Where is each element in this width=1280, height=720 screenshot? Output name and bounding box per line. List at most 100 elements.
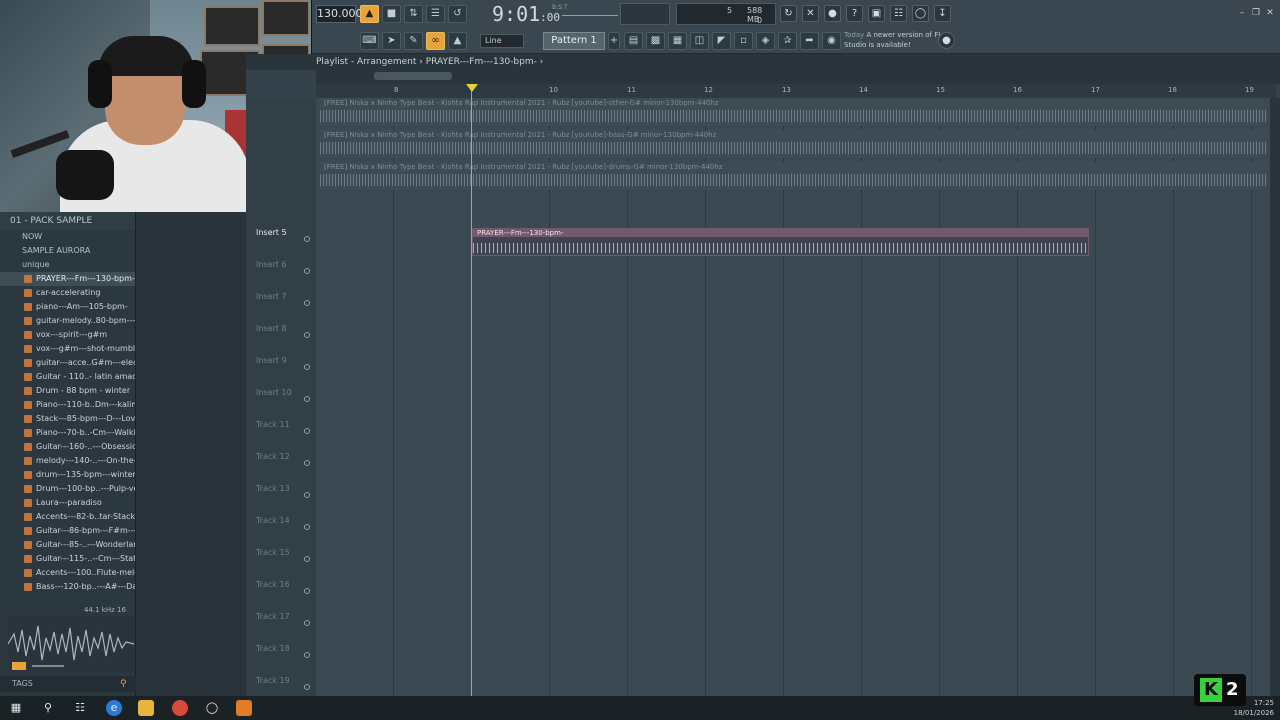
track-mute-dot[interactable] [304,332,310,338]
track-mute-dot[interactable] [304,652,310,658]
obs-icon[interactable]: ◯ [204,700,220,716]
browser-header[interactable]: 01 - PACK SAMPLE [0,212,135,230]
browser-folder[interactable]: SAMPLE AURORA [0,244,135,258]
track-header[interactable]: Track 12 [248,450,312,480]
track-mute-dot[interactable] [304,460,310,466]
track-mute-dot[interactable] [304,396,310,402]
search-icon[interactable]: ⚲ [120,678,132,690]
track-mute-dot[interactable] [304,492,310,498]
master-volume-slider[interactable] [562,8,618,16]
browser-file[interactable]: Guitar---160-..---Obsession [0,440,135,454]
browser-file[interactable]: drum---135-bpm---winter [0,468,135,482]
stamp-icon[interactable]: ▲ [448,32,467,50]
send-icon[interactable]: ➦ [800,32,819,50]
mixer-icon[interactable]: ☷ [890,5,907,22]
track-header[interactable]: Track 14 [248,514,312,544]
tempo-display[interactable]: 130.000 [316,5,363,23]
draw-icon[interactable]: ✎ [404,32,423,50]
wait-button[interactable]: ■ [382,5,401,23]
track-header[interactable]: Insert 5 [248,226,312,256]
fl-studio-icon[interactable] [236,700,252,716]
track-mute-dot[interactable] [304,300,310,306]
browser-file[interactable]: melody---140-..---On-the-go [0,454,135,468]
audio-track[interactable]: [FREE] Niska x Ninho Type Beat - Kishta … [320,162,1266,190]
track-header[interactable]: Insert 7 [248,290,312,320]
playhead-marker[interactable] [466,84,478,92]
browser-file[interactable]: Guitar---115-..--Cm---Station [0,552,135,566]
browser-file[interactable]: piano---Am---105-bpm- [0,300,135,314]
update-globe-icon[interactable]: ● [938,32,955,49]
browser-file[interactable]: guitar---acce..G#m---electric [0,356,135,370]
save-icon[interactable]: ▣ [868,5,885,22]
track-mute-dot[interactable] [304,364,310,370]
track-header[interactable]: Track 11 [248,418,312,448]
chrome-icon[interactable] [172,700,188,716]
browser-file[interactable]: Drum - 88 bpm - winter [0,384,135,398]
restore-icon[interactable]: ❐ [1250,8,1262,18]
help-icon[interactable]: ? [846,5,863,22]
browser-file[interactable]: vox---spirit---g#m [0,328,135,342]
step-edit-button[interactable]: ☰ [426,5,445,23]
browser-file[interactable]: Drum---100-bp..---Pulp-verb [0,482,135,496]
vertical-scrollbar[interactable] [1270,98,1280,696]
timeline-ruler[interactable]: 8 10 11 12 13 14 15 16 17 18 19 [316,84,1276,98]
track-header[interactable]: Insert 8 [248,322,312,352]
browser-file[interactable]: guitar-melody..80-bpm---c# [0,314,135,328]
track-header[interactable]: Insert 9 [248,354,312,384]
track-header[interactable]: Track 18 [248,642,312,672]
track-mute-dot[interactable] [304,524,310,530]
browser-file[interactable]: Accents---100..Flute-melody [0,566,135,580]
mixer-view-icon[interactable]: ◫ [690,32,709,50]
browser-file[interactable]: vox---g#m---shot-mumble [0,342,135,356]
tool-icon[interactable]: ✰ [778,32,797,50]
mic-icon[interactable]: ● [824,5,841,22]
track-mute-dot[interactable] [304,588,310,594]
playlist-icon[interactable]: ▤ [624,32,643,50]
browser-file[interactable]: Guitar - 110..- latin amadeo [0,370,135,384]
sample-preview[interactable] [7,616,135,672]
channel-rack-icon[interactable]: ▦ [668,32,687,50]
browser-file[interactable]: Piano---110-b..Dm---kalimba [0,398,135,412]
arrow-right-icon[interactable]: ➤ [382,32,401,50]
loop-record-button[interactable]: ↺ [448,5,467,23]
pattern-selector[interactable]: Pattern 1 [543,32,605,50]
cart-icon[interactable]: ◉ [822,32,841,50]
link-icon[interactable]: ∞ [426,32,445,50]
playlist-scrollbar[interactable] [316,70,1280,84]
countdown-button[interactable]: ⇅ [404,5,423,23]
tags-bar[interactable]: TAGS [0,676,136,692]
track-mute-dot[interactable] [304,268,310,274]
edge-icon[interactable]: e [106,700,122,716]
audio-track[interactable]: [FREE] Niska x Ninho Type Beat - Kishta … [320,130,1266,158]
track-mute-dot[interactable] [304,620,310,626]
refresh-icon[interactable]: ↻ [780,5,797,22]
audio-clip-prayer[interactable]: PRAYER---Fm---130-bpm- [472,228,1089,256]
keyboard-icon[interactable]: ⌨ [360,32,379,50]
browser-file[interactable]: car-accelerating [0,286,135,300]
track-header[interactable]: Insert 10 [248,386,312,416]
browser-folder[interactable]: unique [0,258,135,272]
browser-selected-file[interactable]: PRAYER---Fm---130-bpm- [0,272,135,286]
piano-roll-icon[interactable]: ▩ [646,32,665,50]
browser-file[interactable]: Guitar---86-bpm---F#m---PJ [0,524,135,538]
chat-icon[interactable]: ◯ [912,5,929,22]
cut-icon[interactable]: ✕ [802,5,819,22]
track-header[interactable]: Track 13 [248,482,312,512]
browser-file[interactable]: Accents---82-b..tar-Stack-lofi [0,510,135,524]
download-icon[interactable]: ↧ [934,5,951,22]
track-mute-dot[interactable] [304,236,310,242]
windows-start-icon[interactable]: ▦ [8,700,24,716]
scroll-thumb[interactable] [374,72,452,80]
audio-track[interactable]: [FREE] Niska x Ninho Type Beat - Kishta … [320,98,1266,126]
track-header[interactable]: Track 16 [248,578,312,608]
browser-file[interactable]: Laura---paradiso [0,496,135,510]
track-mute-dot[interactable] [304,684,310,690]
track-header[interactable]: Track 17 [248,610,312,640]
master-pitch-slider[interactable] [620,3,670,25]
track-header[interactable]: Insert 6 [248,258,312,288]
track-mute-dot[interactable] [304,556,310,562]
task-view-icon[interactable]: ☷ [72,700,88,716]
play-preview-icon[interactable] [12,662,26,670]
browser-file[interactable]: Piano---70-b..-Cm---Walking [0,426,135,440]
browser-icon[interactable]: ◤ [712,32,731,50]
